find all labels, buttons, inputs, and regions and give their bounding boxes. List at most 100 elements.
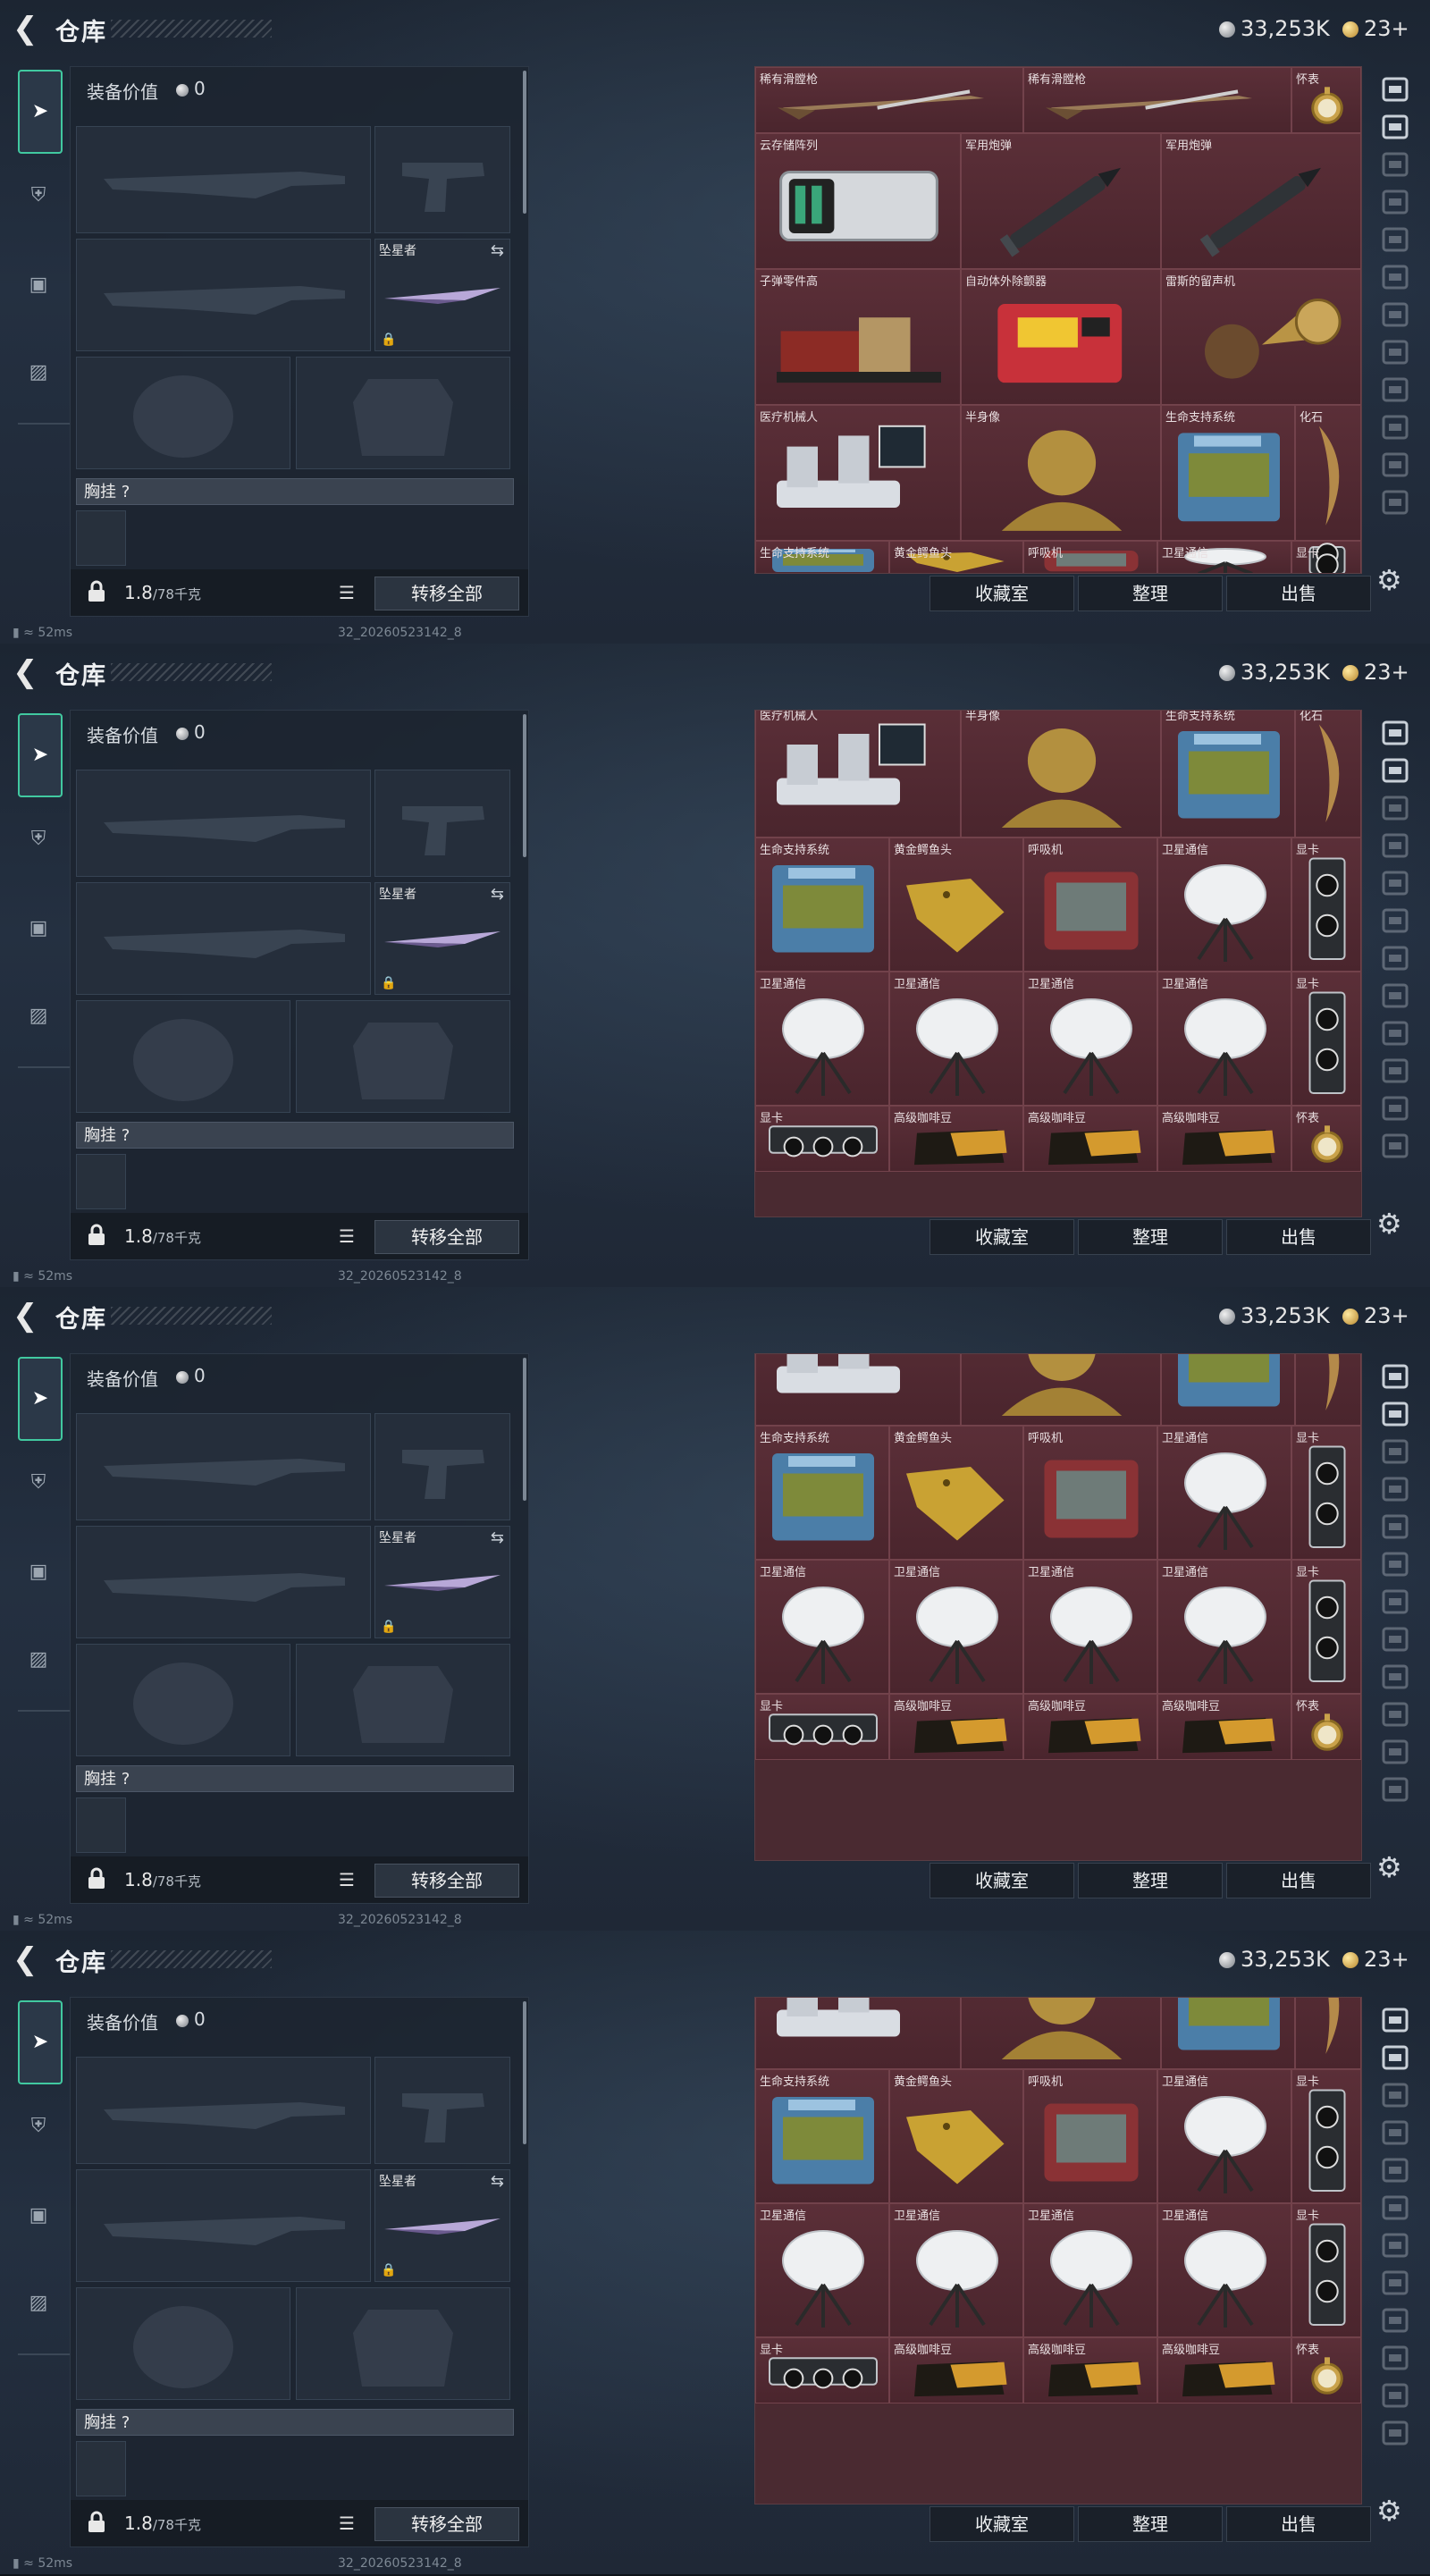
chevron-left-icon[interactable]: ❮ [13, 1298, 48, 1334]
storage-11-icon[interactable] [1375, 1734, 1416, 1770]
lock-icon[interactable] [87, 2511, 106, 2538]
storage-icon[interactable] [1375, 715, 1416, 751]
transfer-all-button[interactable]: 转移全部 [374, 2507, 519, 2541]
gear-icon[interactable]: ⚙ [1376, 2494, 1402, 2528]
stash-item-dish[interactable]: 卫星通信 [755, 2203, 889, 2337]
stash-item-dish[interactable]: 卫星通信 [889, 2203, 1023, 2337]
stash-item-gpu[interactable]: 显卡 [755, 1106, 889, 1172]
organize-button[interactable]: 整理 [1078, 576, 1223, 611]
stash-item-gpu[interactable]: 显卡 [1291, 2069, 1361, 2203]
stash-item-robot[interactable] [755, 1354, 961, 1426]
organize-button[interactable]: 整理 [1078, 2506, 1223, 2542]
storage-12-icon[interactable] [1375, 484, 1416, 520]
stash-item-robot[interactable]: 医疗机械人 [755, 711, 961, 838]
stash-item-coffee[interactable]: 高级咖啡豆 [889, 1106, 1023, 1172]
storage-9-icon[interactable] [1375, 372, 1416, 408]
armor-tab-icon[interactable]: ⛨ [18, 1462, 59, 1503]
primary-weapon-slot[interactable] [76, 126, 371, 233]
stash-item-vent[interactable]: 呼吸机 [1023, 541, 1157, 573]
gold-currency[interactable]: 23+ [1342, 1943, 1409, 1975]
sell-button[interactable]: 出售 [1226, 1219, 1371, 1255]
stash-item-server[interactable]: 云存储阵列 [755, 133, 961, 269]
pistol-slot[interactable] [374, 1413, 510, 1520]
stash-item-croc[interactable]: 黄金鳄鱼头 [889, 1426, 1023, 1560]
equipment-scrollbar[interactable] [523, 714, 526, 857]
stash-item-bust[interactable] [961, 1354, 1161, 1426]
chest-rig-header[interactable]: 胸挂 ? [76, 1122, 514, 1149]
weapon-tab-icon[interactable]: ➤ [18, 70, 63, 154]
backpack-tab-icon[interactable]: ▣ [18, 908, 59, 949]
stash-item-coffee[interactable]: 高级咖啡豆 [889, 2337, 1023, 2403]
stash-item-life[interactable]: 生命支持系统 [1161, 711, 1295, 838]
stash-item-shell[interactable]: 军用炮弹 [1161, 133, 1361, 269]
stash-item-watch[interactable]: 怀表 [1291, 1694, 1361, 1760]
storage-5-icon[interactable] [1375, 865, 1416, 901]
stash-item-vent[interactable]: 呼吸机 [1023, 838, 1157, 972]
weapon-tab-icon[interactable]: ➤ [18, 713, 63, 797]
storage-4-icon[interactable] [1375, 184, 1416, 220]
storage-6-icon[interactable] [1375, 1546, 1416, 1582]
storage-12-icon[interactable] [1375, 1772, 1416, 1807]
storage-8-icon[interactable] [1375, 2265, 1416, 2301]
storage-4-icon[interactable] [1375, 1471, 1416, 1507]
transfer-all-button[interactable]: 转移全部 [374, 1864, 519, 1898]
helmet-slot[interactable] [76, 1644, 290, 1756]
stash-item-life[interactable]: 生命支持系统 [1161, 405, 1295, 541]
pistol-slot[interactable] [374, 770, 510, 877]
collection-room-button[interactable]: 收藏室 [930, 1219, 1074, 1255]
helmet-slot[interactable] [76, 1000, 290, 1113]
gear-icon[interactable]: ⚙ [1376, 1850, 1402, 1884]
silver-currency[interactable]: 33,253K [1219, 656, 1330, 688]
stash-item-gpu[interactable]: 显卡 [1291, 972, 1361, 1106]
stash-item-life[interactable] [1161, 1998, 1295, 2069]
melee-slot[interactable]: 坠星者 ⇆ 🔒 [374, 2169, 510, 2282]
organize-button[interactable]: 整理 [1078, 1863, 1223, 1898]
storage-box-icon[interactable] [1375, 753, 1416, 788]
silver-currency[interactable]: 33,253K [1219, 1300, 1330, 1332]
storage-6-icon[interactable] [1375, 259, 1416, 295]
storage-6-icon[interactable] [1375, 903, 1416, 939]
storage-9-icon[interactable] [1375, 1015, 1416, 1051]
helmet-slot[interactable] [76, 2287, 290, 2400]
briefcase-tab-icon[interactable]: ▨ [18, 2283, 59, 2324]
stash-item-fossil[interactable]: 化石 [1295, 405, 1361, 541]
silver-currency[interactable]: 33,253K [1219, 13, 1330, 45]
stash-item-dish[interactable]: 卫星通信 [1157, 1560, 1291, 1694]
armor-tab-icon[interactable]: ⛨ [18, 2106, 59, 2147]
storage-7-icon[interactable] [1375, 297, 1416, 333]
storage-8-icon[interactable] [1375, 978, 1416, 1014]
secondary-weapon-slot[interactable] [76, 882, 371, 995]
stash-item-robot[interactable]: 医疗机械人 [755, 405, 961, 541]
stash-item-coffee[interactable]: 高级咖啡豆 [1023, 1694, 1157, 1760]
stash-item-fossil[interactable] [1295, 1354, 1361, 1426]
stash-item-phono[interactable]: 雷斯的留声机 [1161, 269, 1361, 405]
stash-item-dish[interactable]: 卫星通信 [1157, 541, 1291, 573]
stash-item-coffee[interactable]: 高级咖啡豆 [1023, 2337, 1157, 2403]
collection-room-button[interactable]: 收藏室 [930, 2506, 1074, 2542]
storage-box-icon[interactable] [1375, 109, 1416, 145]
stash-item-gpu[interactable]: 显卡 [1291, 1426, 1361, 1560]
stash-item-watch[interactable]: 怀表 [1291, 67, 1361, 133]
stash-item-dish[interactable]: 卫星通信 [755, 1560, 889, 1694]
briefcase-tab-icon[interactable]: ▨ [18, 1639, 59, 1680]
secondary-weapon-slot[interactable] [76, 239, 371, 351]
chevron-left-icon[interactable]: ❮ [13, 11, 48, 46]
storage-5-icon[interactable] [1375, 222, 1416, 257]
storage-10-icon[interactable] [1375, 2340, 1416, 2376]
storage-3-icon[interactable] [1375, 790, 1416, 826]
stash-item-bust[interactable] [961, 1998, 1161, 2069]
collection-room-button[interactable]: 收藏室 [930, 1863, 1074, 1898]
primary-weapon-slot[interactable] [76, 770, 371, 877]
stash-item-dish[interactable]: 卫星通信 [1157, 838, 1291, 972]
chevron-left-icon[interactable]: ❮ [13, 1941, 48, 1977]
stash-item-gpu[interactable]: 显卡 [1291, 541, 1361, 573]
secondary-weapon-slot[interactable] [76, 1526, 371, 1638]
stash-item-rifle[interactable]: 稀有滑膛枪 [755, 67, 1023, 133]
secondary-weapon-slot[interactable] [76, 2169, 371, 2282]
storage-box-icon[interactable] [1375, 2040, 1416, 2075]
chest-rig-header[interactable]: 胸挂 ? [76, 1765, 514, 1792]
stash-item-defib[interactable]: 自动体外除颤器 [961, 269, 1161, 405]
storage-7-icon[interactable] [1375, 940, 1416, 976]
storage-10-icon[interactable] [1375, 1696, 1416, 1732]
briefcase-tab-icon[interactable]: ▨ [18, 352, 59, 393]
